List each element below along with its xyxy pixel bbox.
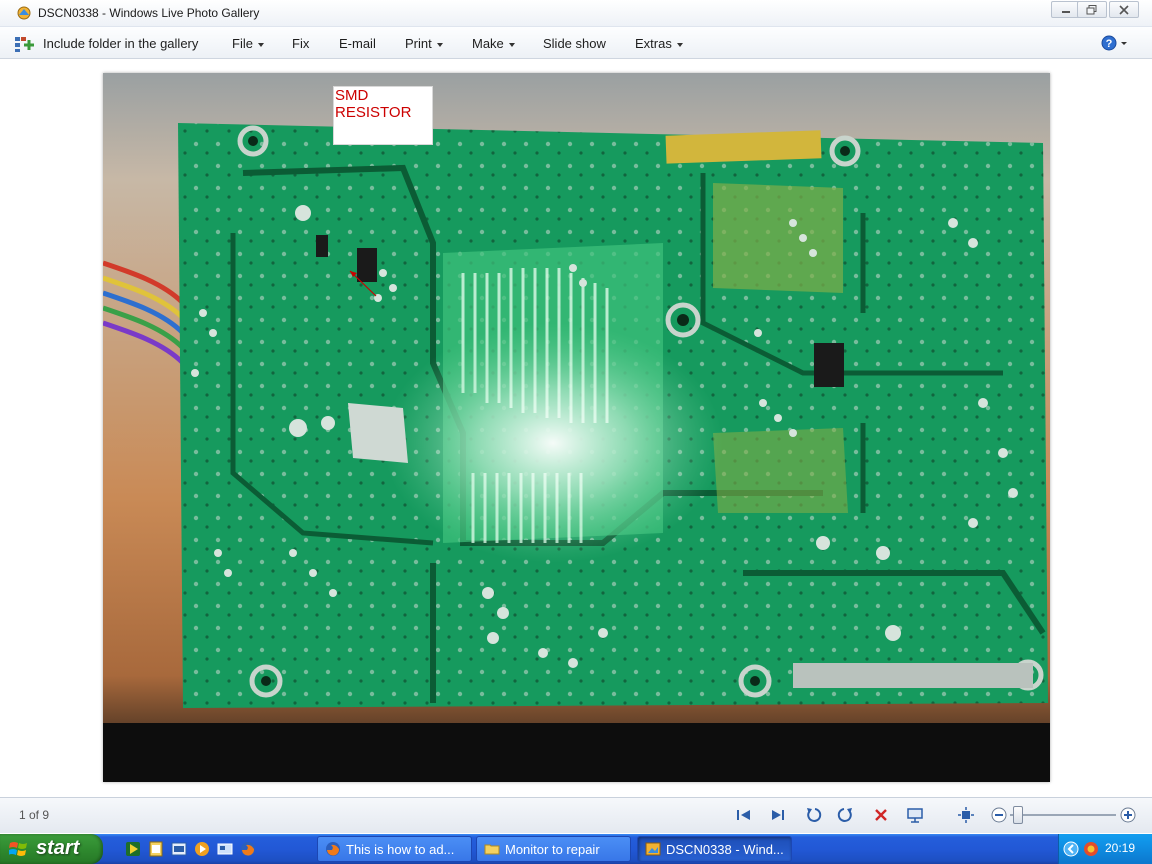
zoom-in-icon[interactable] [1119,806,1137,824]
firefox-icon [326,842,340,856]
clock: 20:19 [1105,841,1136,855]
task-folder[interactable]: Monitor to repair [476,836,631,862]
quicklaunch-explorer-icon[interactable] [171,841,187,857]
annotation-line-2: RESISTOR [335,104,412,121]
taskbar: start This is how to ad... Monitor to re… [0,834,1152,864]
chevron-down-icon [676,42,683,47]
email-menu[interactable]: E-mail [339,36,376,51]
chevron-down-icon [508,42,515,47]
task-firefox-label: This is how to ad... [346,842,455,857]
make-menu[interactable]: Make [472,36,515,51]
menu-bar: Include folder in the gallery File Fix E… [0,27,1152,59]
photo-gallery-icon [17,6,31,20]
task-photo-gallery-label: DSCN0338 - Wind... [666,842,784,857]
make-menu-label: Make [472,36,504,51]
window-title: DSCN0338 - Windows Live Photo Gallery [38,6,260,20]
task-firefox[interactable]: This is how to ad... [317,836,472,862]
quicklaunch-desktop-icon[interactable] [217,841,233,857]
pcb-image [103,73,1050,782]
minimize-icon [1062,11,1070,13]
slideshow-button[interactable] [906,806,924,824]
restore-button[interactable] [1077,1,1107,18]
tray-expand-icon[interactable] [1063,841,1079,857]
quicklaunch-media-icon[interactable] [125,841,141,857]
pcb-photo [103,73,1050,782]
delete-button[interactable] [872,806,890,824]
svg-text:?: ? [1106,38,1113,50]
windows-logo-icon [9,842,27,856]
file-menu-label: File [232,36,253,51]
quicklaunch-player-icon[interactable] [194,841,210,857]
start-label: start [36,837,80,859]
chevron-down-icon [436,42,443,47]
chevron-down-icon [257,42,264,47]
photo-gallery-icon [645,842,661,856]
task-photo-gallery[interactable]: DSCN0338 - Wind... [637,836,792,862]
extras-menu-label: Extras [635,36,672,51]
next-photo-button[interactable] [769,806,787,824]
first-photo-button[interactable] [735,806,753,824]
annotation-line-1: SMD [335,87,369,104]
actual-size-button[interactable] [957,806,975,824]
rotate-right-button[interactable] [837,806,855,824]
file-menu[interactable]: File [232,36,264,51]
print-menu-label: Print [405,36,432,51]
help-icon[interactable]: ? [1101,34,1129,52]
task-folder-label: Monitor to repair [505,842,600,857]
close-button[interactable] [1109,1,1139,18]
zoom-out-icon[interactable] [990,806,1008,824]
folder-icon [484,844,500,855]
include-folder-icon [15,37,34,52]
zoom-slider-track[interactable] [1010,814,1116,816]
slideshow-menu[interactable]: Slide show [543,36,606,51]
rotate-left-button[interactable] [804,806,822,824]
quicklaunch-notepad-icon[interactable] [148,841,164,857]
title-bar: DSCN0338 - Windows Live Photo Gallery [0,0,1152,27]
close-icon [1119,5,1129,15]
fix-menu[interactable]: Fix [292,36,309,51]
tray-security-icon[interactable] [1083,841,1099,857]
control-bar: 1 of 9 [0,797,1152,833]
start-button[interactable]: start [0,834,103,864]
quicklaunch-firefox-icon[interactable] [240,841,256,857]
zoom-slider-thumb[interactable] [1012,806,1023,824]
photo-counter: 1 of 9 [19,808,50,822]
annotation-box: SMD RESISTOR [333,86,433,145]
restore-icon [1086,5,1097,15]
print-menu[interactable]: Print [405,36,443,51]
extras-menu[interactable]: Extras [635,36,683,51]
include-folder-menu[interactable]: Include folder in the gallery [43,36,198,51]
